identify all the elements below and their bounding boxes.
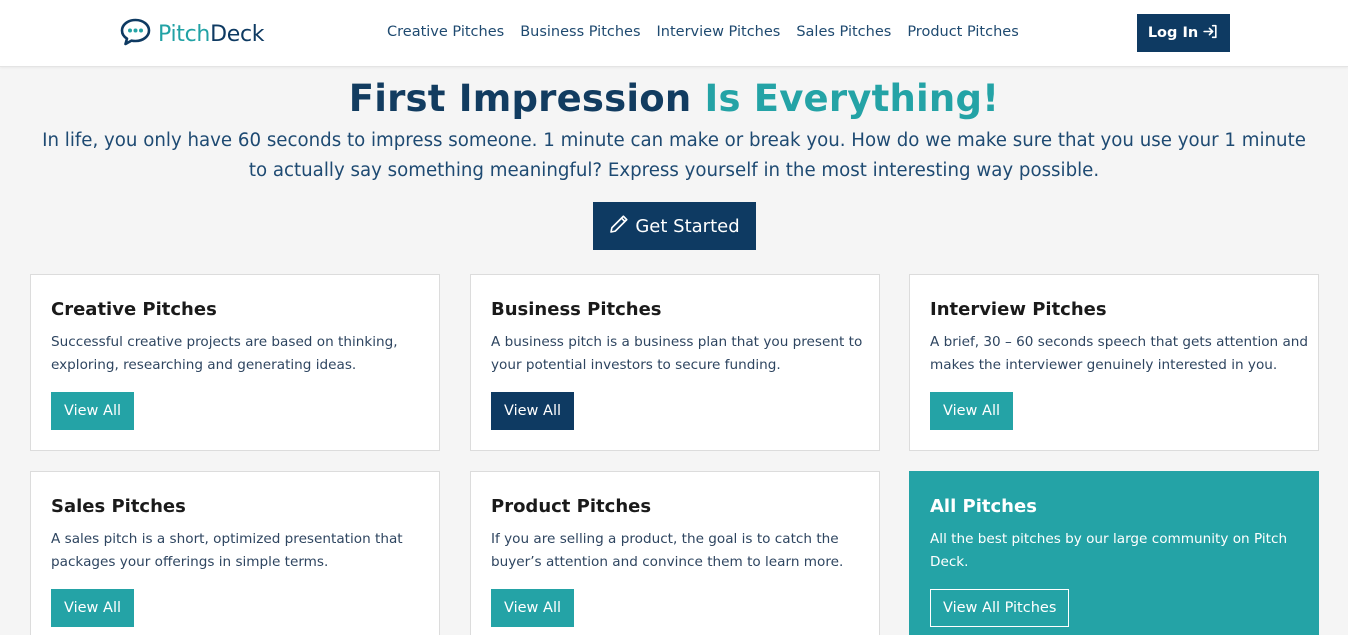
brand-name-deck: Deck [210, 21, 265, 47]
view-all-interview-button[interactable]: View All [930, 392, 1013, 430]
hero-title: First Impression Is Everything! [0, 77, 1348, 120]
get-started-button[interactable]: Get Started [593, 202, 756, 250]
view-all-sales-button[interactable]: View All [51, 589, 134, 627]
nav-link-product-pitches[interactable]: Product Pitches [907, 24, 1018, 40]
brand-logo[interactable]: PitchDeck [119, 18, 264, 50]
hero-title-accent: Is Everything! [704, 77, 1000, 120]
card-description: A business pitch is a business plan that… [491, 334, 863, 373]
view-all-creative-button[interactable]: View All [51, 392, 134, 430]
card-description: If you are selling a product, the goal i… [491, 531, 844, 570]
card-sales-pitches: Sales Pitches A sales pitch is a short, … [30, 471, 440, 635]
hero-title-main: First Impression [348, 77, 692, 120]
view-all-pitches-button[interactable]: View All Pitches [930, 589, 1070, 627]
sign-in-icon [1202, 23, 1219, 44]
card-description: Successful creative projects are based o… [51, 334, 398, 373]
nav-link-interview-pitches[interactable]: Interview Pitches [657, 24, 781, 40]
brand-name-pitch: Pitch [158, 21, 211, 47]
chat-bubble-icon [119, 17, 152, 51]
card-description: A sales pitch is a short, optimized pres… [51, 531, 403, 570]
view-all-product-button[interactable]: View All [491, 589, 574, 627]
brand-name: PitchDeck [158, 22, 264, 47]
card-title: Creative Pitches [51, 299, 217, 320]
card-interview-pitches: Interview Pitches A brief, 30 – 60 secon… [909, 274, 1319, 451]
card-all-pitches: All Pitches All the best pitches by our … [909, 471, 1319, 635]
card-title: Sales Pitches [51, 496, 186, 517]
card-title: Interview Pitches [930, 299, 1107, 320]
card-description: A brief, 30 – 60 seconds speech that get… [930, 334, 1309, 373]
card-title: All Pitches [930, 496, 1037, 517]
hero-description: In life, you only have 60 seconds to imp… [42, 130, 1306, 181]
card-business-pitches: Business Pitches A business pitch is a b… [470, 274, 880, 451]
pencil-icon [609, 214, 629, 239]
card-creative-pitches: Creative Pitches Successful creative pro… [30, 274, 440, 451]
card-title: Product Pitches [491, 496, 652, 517]
get-started-label: Get Started [635, 215, 740, 237]
nav-link-sales-pitches[interactable]: Sales Pitches [796, 24, 891, 40]
login-button[interactable]: Log In [1137, 14, 1230, 52]
view-all-business-button[interactable]: View All [491, 392, 574, 430]
login-label: Log In [1147, 25, 1199, 41]
card-description: All the best pitches by our large commun… [930, 531, 1288, 570]
nav-link-creative-pitches[interactable]: Creative Pitches [387, 24, 504, 40]
card-product-pitches: Product Pitches If you are selling a pro… [470, 471, 880, 635]
main-nav: Creative Pitches Business Pitches Interv… [387, 24, 1019, 40]
card-title: Business Pitches [491, 299, 662, 320]
nav-link-business-pitches[interactable]: Business Pitches [520, 24, 640, 40]
navbar: PitchDeck Creative Pitches Business Pitc… [0, 0, 1348, 67]
